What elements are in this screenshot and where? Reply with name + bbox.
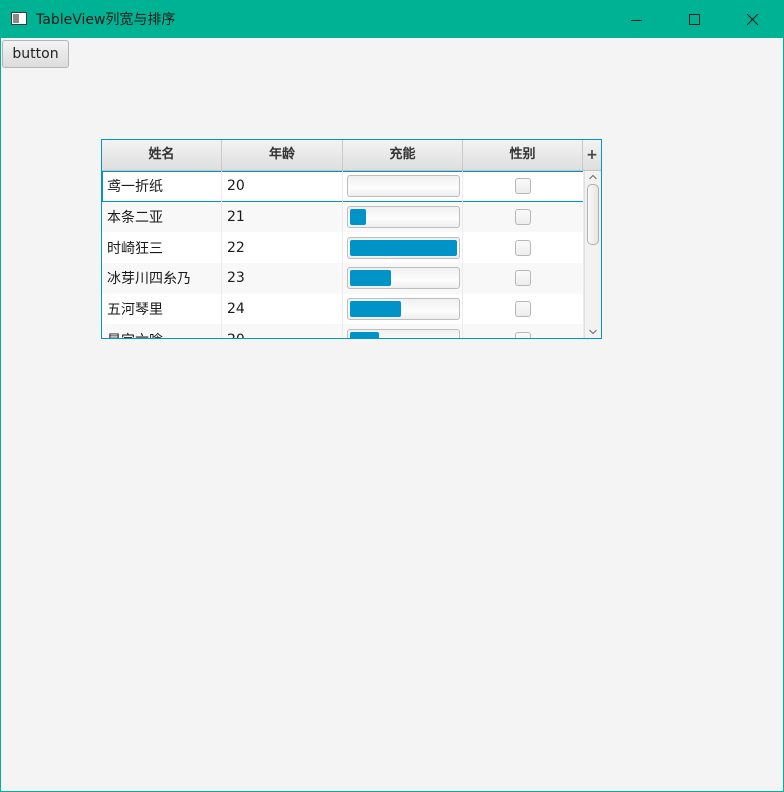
progress-fill [350, 239, 457, 256]
cell-gender [463, 232, 584, 264]
cell-name: 冰芽川四糸乃 [102, 263, 222, 294]
title-bar[interactable]: TableView列宽与排序 [1, 1, 783, 38]
cell-charge [343, 324, 463, 338]
scrollbar-thumb[interactable] [587, 184, 599, 245]
progress-fill [350, 301, 402, 318]
chevron-up-icon [589, 174, 597, 180]
minimize-icon [631, 20, 642, 21]
progress-bar [347, 267, 460, 290]
progress-bar [347, 236, 460, 259]
cell-charge [343, 171, 463, 202]
close-icon [747, 14, 759, 26]
column-menu-button[interactable]: + [583, 140, 601, 170]
table-row[interactable]: 冰芽川四糸乃 23 [102, 263, 584, 294]
scroll-down-button[interactable] [585, 326, 601, 338]
table-view[interactable]: 姓名 年龄 充能 性别 + 鸢一折纸 20 本条二亚 21 时崎狂三 22 冰芽… [101, 139, 602, 339]
column-header-gender[interactable]: 性别 [463, 140, 583, 170]
table-row[interactable]: 五河琴里 24 [102, 293, 584, 325]
cell-charge [343, 232, 463, 264]
maximize-icon [689, 14, 700, 25]
progress-bar [347, 206, 460, 229]
cell-age: 23 [222, 263, 343, 294]
vertical-scrollbar[interactable] [584, 171, 601, 338]
cell-age: 20 [222, 324, 343, 338]
gender-checkbox[interactable] [515, 239, 531, 256]
cell-age: 22 [222, 232, 343, 264]
cell-age: 21 [222, 201, 343, 233]
scroll-up-button[interactable] [585, 171, 601, 183]
window-title: TableView列宽与排序 [36, 12, 176, 28]
column-header-age[interactable]: 年龄 [222, 140, 343, 170]
table-row[interactable]: 本条二亚 21 [102, 201, 584, 233]
cell-name: 星宫六喰 [102, 324, 222, 338]
chevron-down-icon [589, 329, 597, 335]
cell-name: 本条二亚 [102, 201, 222, 233]
cell-gender [463, 263, 584, 294]
cell-charge [343, 263, 463, 294]
progress-bar [347, 328, 460, 338]
table-row[interactable]: 时崎狂三 22 [102, 232, 584, 264]
cell-gender [463, 293, 584, 325]
progress-bar [347, 298, 460, 321]
table-row[interactable]: 星宫六喰 20 [102, 324, 584, 338]
progress-fill [350, 331, 379, 338]
cell-charge [343, 201, 463, 233]
progress-fill [350, 209, 367, 226]
window-app-icon [11, 12, 27, 25]
minimize-button[interactable] [608, 1, 666, 38]
button[interactable]: button [2, 40, 69, 68]
cell-age: 24 [222, 293, 343, 325]
column-header-charge[interactable]: 充能 [343, 140, 463, 170]
cell-gender [463, 201, 584, 233]
cell-gender [463, 324, 584, 338]
table-body: 鸢一折纸 20 本条二亚 21 时崎狂三 22 冰芽川四糸乃 23 五河琴里 2… [102, 171, 584, 338]
close-button[interactable] [724, 1, 782, 38]
gender-checkbox[interactable] [515, 270, 531, 287]
progress-fill [350, 270, 391, 287]
table-header: 姓名 年龄 充能 性别 + [102, 140, 601, 171]
gender-checkbox[interactable] [515, 209, 531, 226]
cell-gender [463, 171, 584, 202]
cell-charge [343, 293, 463, 325]
maximize-button[interactable] [666, 1, 724, 38]
cell-name: 时崎狂三 [102, 232, 222, 264]
gender-checkbox[interactable] [515, 178, 531, 195]
table-row[interactable]: 鸢一折纸 20 [102, 171, 584, 202]
gender-checkbox[interactable] [515, 301, 531, 318]
cell-name: 五河琴里 [102, 293, 222, 325]
progress-bar [347, 175, 460, 198]
column-header-name[interactable]: 姓名 [102, 140, 222, 170]
app-window: TableView列宽与排序 button 姓名 年龄 充能 性别 + 鸢一折纸… [0, 0, 784, 792]
cell-name: 鸢一折纸 [102, 171, 222, 202]
cell-age: 20 [222, 171, 343, 202]
gender-checkbox[interactable] [515, 331, 531, 338]
